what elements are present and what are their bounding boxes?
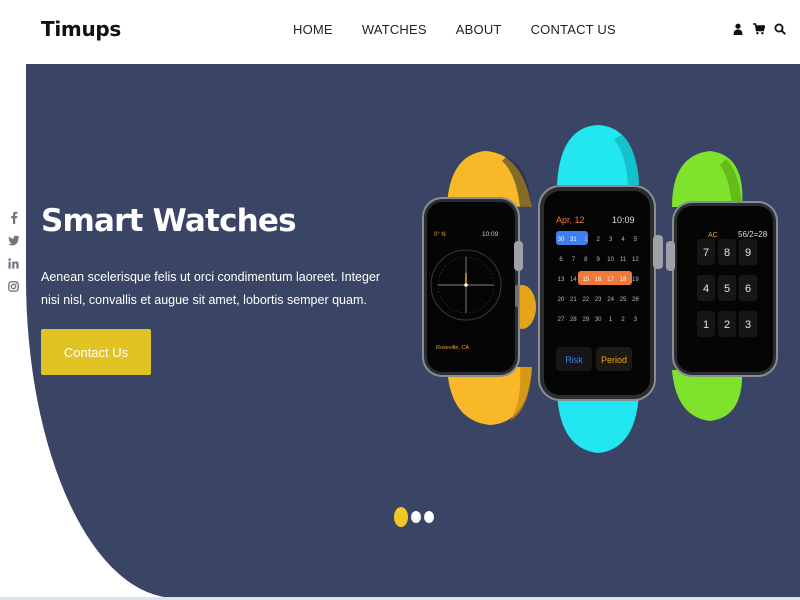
nav-watches[interactable]: WATCHES <box>362 22 427 37</box>
calendar-day: 28 <box>570 317 577 323</box>
calculator-key: 5 <box>724 283 730 295</box>
calendar-day: 27 <box>558 317 565 323</box>
hero-description: Aenean scelerisque felis ut orci condime… <box>41 270 381 307</box>
header-icons <box>732 22 786 36</box>
user-icon[interactable] <box>732 22 744 36</box>
smart-watches-image: 0° N 10:09 Roseville, CA AC 56/2=28 Apr,… <box>422 125 778 453</box>
nav-home[interactable]: HOME <box>293 22 333 37</box>
header: Timups HOME WATCHES ABOUT CONTACT US <box>0 0 800 64</box>
watch-right-ac: AC <box>708 232 718 239</box>
calendar-day: 22 <box>582 297 589 303</box>
slide-dot-3[interactable] <box>424 511 434 523</box>
calendar-day: 19 <box>632 277 639 283</box>
calculator-key: 8 <box>724 247 730 259</box>
calculator-key: 9 <box>745 247 751 259</box>
hero-title: Smart Watches <box>41 203 297 239</box>
calendar-day: 29 <box>582 317 589 323</box>
slider-dots <box>394 507 434 527</box>
calculator-key: 3 <box>745 319 751 331</box>
calendar-period-button: Period <box>601 355 627 365</box>
calendar-day: 15 <box>582 277 589 283</box>
calendar-day: 18 <box>620 277 627 283</box>
calendar-day: 23 <box>595 297 602 303</box>
facebook-icon[interactable] <box>7 210 20 224</box>
calendar-day: 16 <box>595 277 602 283</box>
calculator-keys: 7 8 9 4 5 6 1 2 3 <box>697 239 757 337</box>
calendar-day: 17 <box>607 277 614 283</box>
calendar-time: 10:09 <box>612 215 635 225</box>
watch-left-label: 0° N <box>434 232 446 238</box>
calendar-day: 20 <box>558 297 565 303</box>
slide-dot-1[interactable] <box>394 507 408 527</box>
twitter-icon[interactable] <box>7 233 20 247</box>
calculator-key: 6 <box>745 283 751 295</box>
linkedin-icon[interactable] <box>7 256 20 270</box>
calendar-day: 30 <box>595 317 602 323</box>
search-icon[interactable] <box>774 22 786 36</box>
watch-middle: Apr, 12 10:09 30 31 1 2 3 4 56 7 8 9 10 11 1213 14 15 1… <box>538 125 663 453</box>
calendar-day: 31 <box>570 237 577 243</box>
calculator-key: 4 <box>703 283 709 295</box>
page: Timups HOME WATCHES ABOUT CONTACT US Sma… <box>0 0 800 600</box>
calendar-day: 14 <box>570 277 577 283</box>
main-nav: HOME WATCHES ABOUT CONTACT US <box>293 22 616 37</box>
nav-about[interactable]: ABOUT <box>456 22 502 37</box>
calendar-day: 11 <box>620 257 627 263</box>
calendar-day: 24 <box>607 297 614 303</box>
calculator-key: 1 <box>703 319 709 331</box>
watch-left-location: Roseville, CA <box>436 345 469 351</box>
calendar-day: 13 <box>558 277 565 283</box>
watch-left: 0° N 10:09 Roseville, CA <box>422 151 536 425</box>
contact-us-button[interactable]: Contact Us <box>41 329 151 375</box>
calendar-risk-button: Risk <box>565 355 583 365</box>
calendar-day: 10 <box>607 257 614 263</box>
calendar-day: 30 <box>558 237 565 243</box>
calendar-day: 26 <box>632 297 639 303</box>
cart-icon[interactable] <box>753 22 765 36</box>
calendar-date: Apr, 12 <box>556 215 585 225</box>
calendar-day: 25 <box>620 297 627 303</box>
watch-left-time: 10:09 <box>482 231 499 238</box>
calculator-key: 7 <box>703 247 709 259</box>
instagram-icon[interactable] <box>7 279 20 293</box>
watch-right-display: 56/2=28 <box>738 230 768 239</box>
calendar-day: 12 <box>632 257 639 263</box>
slide-dot-2[interactable] <box>411 511 421 523</box>
logo[interactable]: Timups <box>41 17 121 41</box>
nav-contact-us[interactable]: CONTACT US <box>531 22 616 37</box>
social-links <box>7 210 20 293</box>
calculator-key: 2 <box>724 319 730 331</box>
calendar-day: 21 <box>570 297 577 303</box>
